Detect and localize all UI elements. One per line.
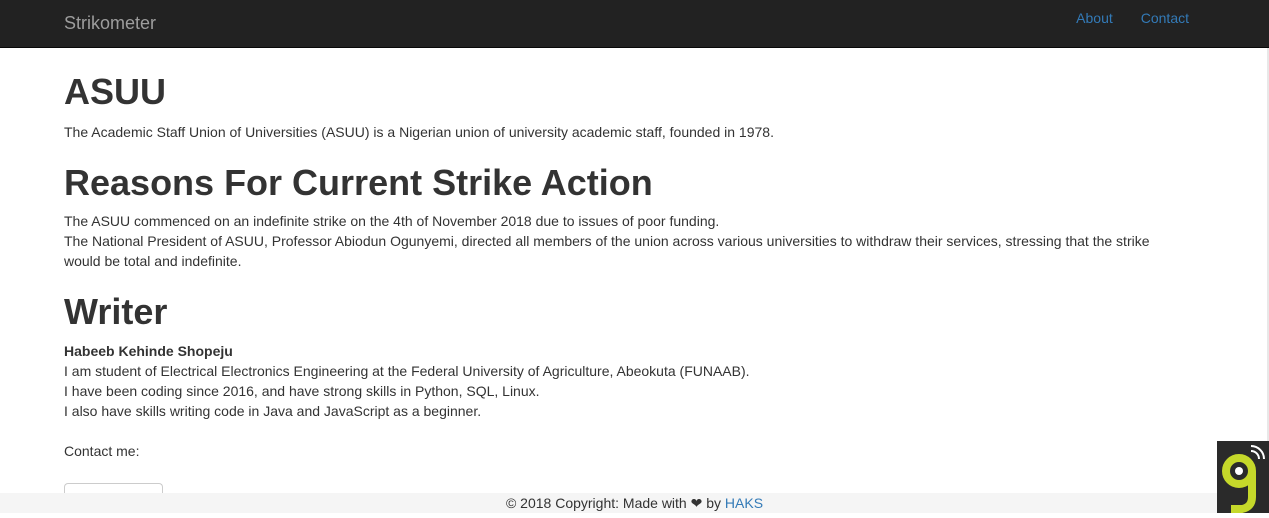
footer-text: © 2018 Copyright: Made with ❤ by [505, 495, 725, 511]
footer-haks-link[interactable]: HAKS [725, 495, 763, 511]
brand-link[interactable]: Strikometer [64, 12, 156, 34]
nav-link-about[interactable]: About [1076, 9, 1113, 27]
asuu-description: The Academic Staff Union of Universities… [64, 124, 774, 140]
reasons-line-1: The ASUU commenced on an indefinite stri… [64, 213, 720, 229]
reasons-text: The ASUU commenced on an indefinite stri… [64, 211, 1174, 271]
writer-name: Habeeb Kehinde Shopeju [64, 343, 233, 359]
writer-line-2: I have been coding since 2016, and have … [64, 383, 540, 399]
nine-logo-icon [1217, 441, 1269, 513]
nav-link-contact[interactable]: Contact [1141, 9, 1189, 27]
heading-reasons: Reasons For Current Strike Action [64, 162, 653, 203]
nav-links: About Contact [1076, 9, 1189, 27]
writer-line-1: I am student of Electrical Electronics E… [64, 363, 750, 379]
reasons-line-2: The National President of ASUU, Professo… [64, 233, 1150, 269]
heading-writer: Writer [64, 291, 168, 332]
top-navbar: Strikometer About Contact [0, 0, 1269, 48]
footer: © 2018 Copyright: Made with ❤ by HAKS [0, 493, 1269, 513]
floating-widget[interactable] [1217, 441, 1269, 513]
contact-label: Contact me: [64, 443, 140, 459]
writer-text: Habeeb Kehinde Shopeju I am student of E… [64, 341, 1174, 461]
heading-asuu: ASUU [64, 71, 167, 112]
writer-line-3: I also have skills writing code in Java … [64, 403, 482, 419]
